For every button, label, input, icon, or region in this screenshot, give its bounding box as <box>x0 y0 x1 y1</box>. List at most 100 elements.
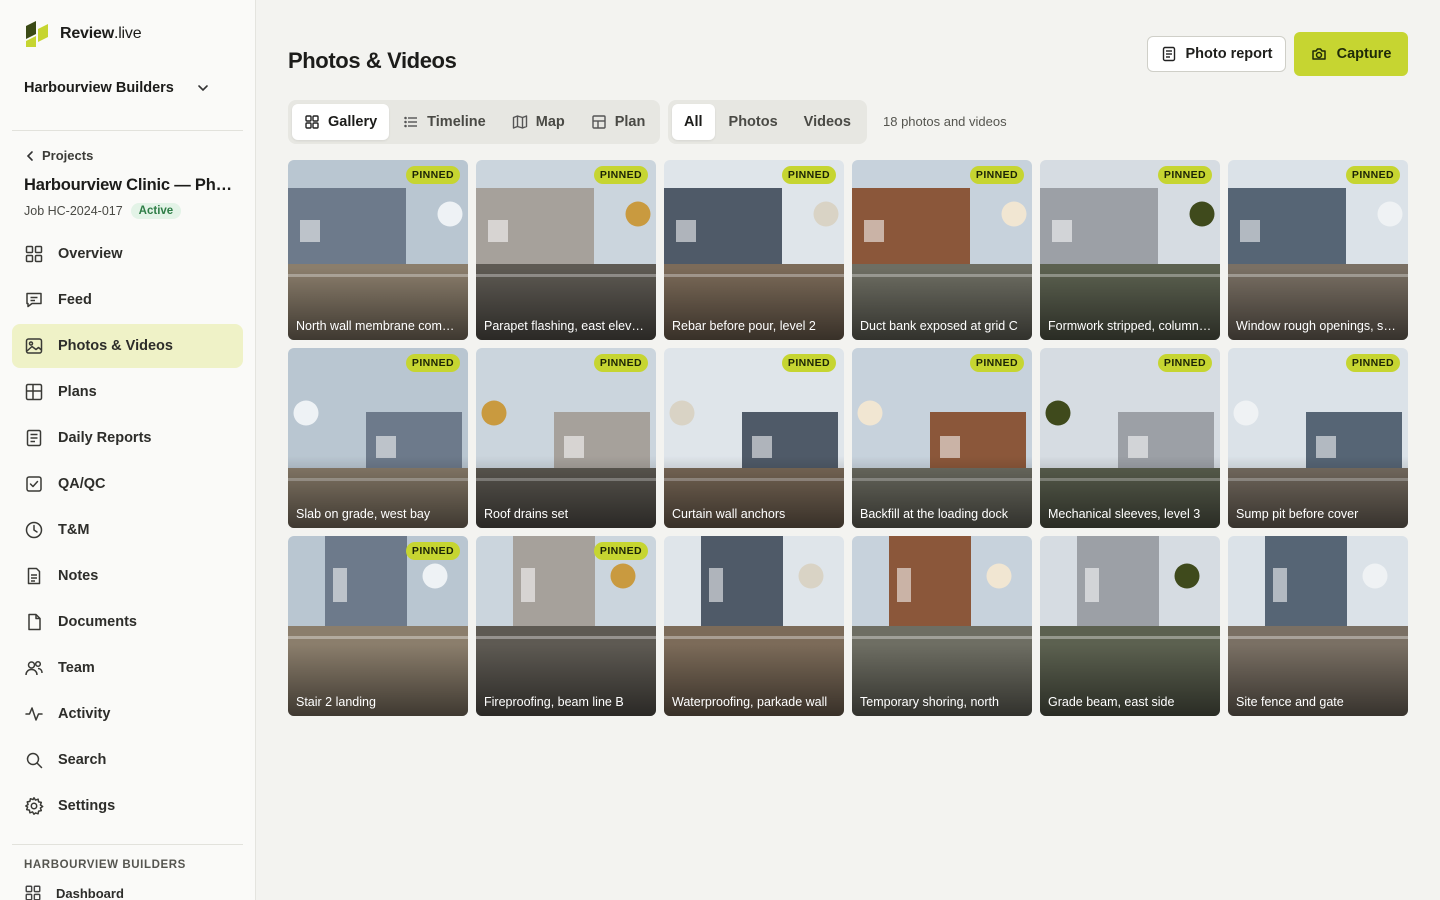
sidebar-item-label: Settings <box>58 798 116 814</box>
back-to-projects[interactable]: Projects <box>24 148 93 163</box>
sidebar: Review.live Harbourview Builders Project… <box>0 0 256 900</box>
media-tile[interactable]: PINNED Parapet flashing, east elevation <box>476 160 656 340</box>
job-number: Job HC-2024-017 <box>24 204 123 218</box>
filter-videos[interactable]: Videos <box>792 104 863 140</box>
sidebar-item-label: T&M <box>58 522 90 538</box>
nav-item-dashboard[interactable]: Dashboard <box>24 884 124 900</box>
sidebar-item-label: Search <box>58 752 107 768</box>
media-tile[interactable]: PINNED Backfill at the loading dock <box>852 348 1032 528</box>
note-icon <box>27 567 41 585</box>
sidebar-item-feed[interactable]: Feed <box>12 278 243 322</box>
sidebar-item-label: Daily Reports <box>58 430 152 446</box>
sidebar-item-team[interactable]: Team <box>12 646 243 690</box>
sidebar-item-label: Notes <box>58 568 99 584</box>
media-tile[interactable]: PINNED Fireproofing, beam line B <box>476 536 656 716</box>
chevron-left-icon <box>26 150 33 161</box>
media-tile[interactable]: PINNEDGrade beam, east side <box>1040 536 1220 716</box>
media-caption: Rebar before pour, level 2 <box>672 319 816 333</box>
activity-icon <box>25 707 43 721</box>
media-caption: North wall membrane complete <box>296 319 460 333</box>
nav-label: Dashboard <box>56 885 124 900</box>
media-caption: Formwork stripped, columns C3–C6 <box>1048 319 1212 333</box>
brand-logo-icon <box>24 20 50 48</box>
media-tile[interactable]: PINNEDSite fence and gate <box>1228 536 1408 716</box>
media-caption: Window rough openings, south face <box>1236 319 1400 333</box>
media-caption: Sump pit before cover <box>1236 507 1359 521</box>
sidebar-item-activity[interactable]: Activity <box>12 692 243 736</box>
pinned-badge: PINNED <box>781 354 836 372</box>
view-switcher: Gallery Timeline Map Plan <box>288 100 660 144</box>
report-icon <box>1162 46 1175 62</box>
sidebar-item-search[interactable]: Search <box>12 738 243 782</box>
report-icon <box>26 429 42 447</box>
media-tile[interactable]: PINNED Slab on grade, west bay <box>288 348 468 528</box>
photo-report-button[interactable]: Photo report <box>1147 36 1286 72</box>
media-tile[interactable]: PINNED North wall membrane complete <box>288 160 468 340</box>
tab-gallery[interactable]: Gallery <box>292 104 390 140</box>
sidebar-item-label: Documents <box>58 614 137 630</box>
sidebar-item-overview[interactable]: Overview <box>12 232 243 276</box>
pinned-badge: PINNED <box>1345 166 1400 184</box>
filter-all[interactable]: All <box>672 104 715 140</box>
sidebar-item-photos-and-videos[interactable]: Photos & Videos <box>12 324 243 368</box>
media-caption: Parapet flashing, east elevation <box>484 319 648 333</box>
capture-label: Capture <box>1336 46 1392 62</box>
photo-report-label: Photo report <box>1185 46 1273 62</box>
media-caption: Site fence and gate <box>1236 695 1344 709</box>
capture-button[interactable]: Capture <box>1294 32 1408 76</box>
status-badge: Active <box>130 203 182 219</box>
search-icon <box>26 752 43 769</box>
brand-name: Review.live <box>60 25 142 42</box>
sidebar-item-qa-qc[interactable]: QA/QC <box>12 462 243 506</box>
sidebar-item-documents[interactable]: Documents <box>12 600 243 644</box>
pinned-badge: PINNED <box>1157 166 1212 184</box>
divider <box>12 844 243 845</box>
pinned-badge: PINNED <box>781 166 836 184</box>
sidebar-item-tandm[interactable]: T&M <box>12 508 243 552</box>
sidebar-item-plans[interactable]: Plans <box>12 370 243 414</box>
pinned-badge: PINNED <box>405 166 460 184</box>
message-icon <box>26 292 42 308</box>
tab-timeline[interactable]: Timeline <box>391 104 498 140</box>
media-caption: Mechanical sleeves, level 3 <box>1048 507 1201 521</box>
sidebar-item-label: QA/QC <box>58 476 106 492</box>
tab-label: Map <box>535 114 565 130</box>
media-tile[interactable]: PINNED Window rough openings, south face <box>1228 160 1408 340</box>
media-tile[interactable]: PINNED Mechanical sleeves, level 3 <box>1040 348 1220 528</box>
sidebar-item-label: Overview <box>58 246 123 262</box>
map-icon <box>512 115 527 129</box>
media-tile[interactable]: PINNEDTemporary shoring, north <box>852 536 1032 716</box>
media-tile[interactable]: PINNED Sump pit before cover <box>1228 348 1408 528</box>
project-nav: Overview Feed Photos & Videos Plans Daily Re… <box>12 232 243 830</box>
page-title: Photos & Videos <box>288 48 457 73</box>
media-tile[interactable]: PINNED Curtain wall anchors <box>664 348 844 528</box>
media-count: 18 photos and videos <box>883 114 1007 129</box>
org-switcher[interactable]: Harbourview Builders <box>24 80 210 96</box>
sidebar-item-label: Photos & Videos <box>58 338 173 354</box>
media-tile[interactable]: PINNED Duct bank exposed at grid C <box>852 160 1032 340</box>
sidebar-item-daily-reports[interactable]: Daily Reports <box>12 416 243 460</box>
media-tile[interactable]: PINNEDWaterproofing, parkade wall <box>664 536 844 716</box>
divider <box>12 130 243 131</box>
sidebar-item-settings[interactable]: Settings <box>12 784 243 828</box>
image-icon <box>25 338 43 354</box>
media-tile[interactable]: PINNED Rebar before pour, level 2 <box>664 160 844 340</box>
sidebar-item-label: Plans <box>58 384 97 400</box>
tab-plan[interactable]: Plan <box>579 104 658 140</box>
sidebar-item-notes[interactable]: Notes <box>12 554 243 598</box>
media-caption: Waterproofing, parkade wall <box>672 695 828 709</box>
brand[interactable]: Review.live <box>24 20 142 48</box>
project-title: Harbourview Clinic — Phase 2 <box>24 176 234 194</box>
tab-map[interactable]: Map <box>500 104 577 140</box>
media-tile[interactable]: PINNED Roof drains set <box>476 348 656 528</box>
grid-icon <box>25 245 43 263</box>
filter-photos[interactable]: Photos <box>717 104 790 140</box>
media-tile[interactable]: PINNED Stair 2 landing <box>288 536 468 716</box>
media-tile[interactable]: PINNED Formwork stripped, columns C3–C6 <box>1040 160 1220 340</box>
pinned-badge: PINNED <box>593 542 648 560</box>
plan-icon <box>592 115 606 129</box>
plan-icon <box>25 383 43 401</box>
gear-icon <box>25 797 44 815</box>
camera-icon <box>1311 48 1326 60</box>
dashboard-icon <box>25 885 41 900</box>
